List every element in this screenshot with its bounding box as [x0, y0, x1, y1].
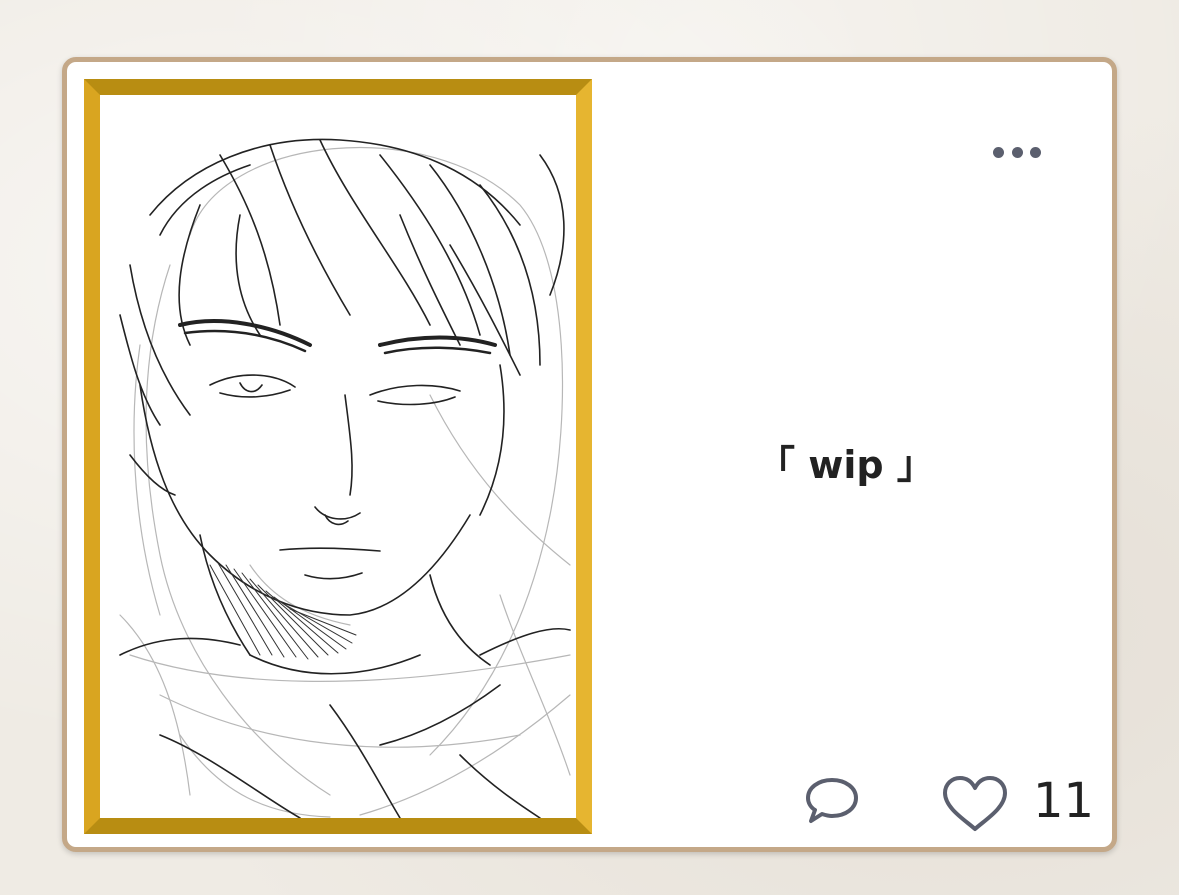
- like-count: 11: [1033, 773, 1095, 829]
- heart-outline-icon[interactable]: [940, 774, 1010, 834]
- artwork-frame[interactable]: [84, 79, 592, 834]
- more-dot: [1030, 146, 1041, 158]
- comment-bubble-icon[interactable]: [803, 774, 861, 828]
- more-dot: [1011, 146, 1023, 158]
- more-dot: [993, 146, 1004, 158]
- more-options-button[interactable]: [993, 140, 1041, 164]
- post-card: 「 wip 」 11: [62, 57, 1117, 852]
- post-caption: 「 wip 」: [757, 443, 935, 487]
- sketch-artwork: [119, 138, 571, 818]
